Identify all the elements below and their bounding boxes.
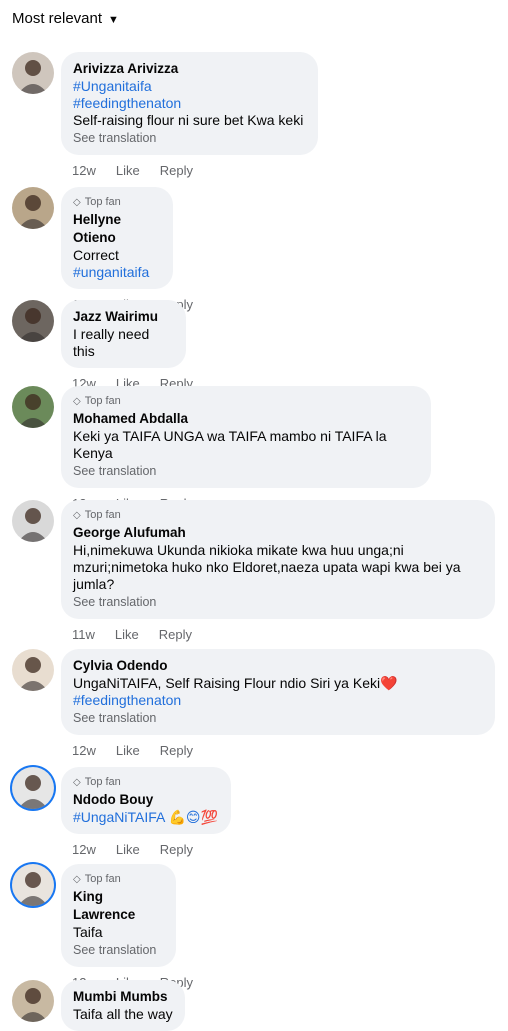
hashtag-link[interactable]: #UngaNiTAIFA 💪😊💯 (73, 809, 219, 826)
see-translation-link[interactable]: See translation (73, 942, 164, 959)
see-translation-link[interactable]: See translation (73, 710, 483, 727)
commenter-name[interactable]: Arivizza Arivizza (73, 60, 306, 78)
chevron-down-icon: ▼ (108, 13, 119, 26)
diamond-icon: ◇ (73, 776, 81, 788)
reply-button[interactable]: Reply (160, 842, 193, 857)
top-fan-badge: ◇ Top fan (73, 394, 419, 408)
hashtag-link[interactable]: #feedingthenaton (73, 692, 483, 709)
comment-bubble: Jazz Wairimu I really need this (61, 300, 186, 368)
avatar[interactable] (12, 649, 54, 691)
top-fan-badge: ◇ Top fan (73, 508, 483, 522)
comment-text: Self-raising flour ni sure bet Kwa keki (73, 112, 304, 128)
comment-bubble: Cylvia Odendo UngaNiTAIFA, Self Raising F… (61, 649, 495, 735)
hashtag-link[interactable]: #feedingthenaton (73, 95, 306, 112)
commenter-name[interactable]: Ndodo Bouy (73, 791, 219, 809)
diamond-icon: ◇ (73, 509, 81, 521)
comment-actions: 12w Like Reply (72, 842, 193, 857)
avatar[interactable] (12, 52, 54, 94)
commenter-name[interactable]: Mumbi Mumbs (73, 988, 173, 1006)
sort-label: Most relevant (12, 10, 103, 27)
comment-text: Keki ya TAIFA UNGA wa TAIFA mambo ni TAI… (73, 428, 387, 461)
commenter-name[interactable]: Hellyne Otieno (73, 211, 161, 247)
commenter-name[interactable]: Cylvia Odendo (73, 657, 483, 675)
comment-bubble: ◇ Top fan George Alufumah Hi,nimekuwa Ukund… (61, 500, 495, 619)
diamond-icon: ◇ (73, 873, 81, 885)
avatar[interactable] (12, 386, 54, 428)
top-fan-badge: ◇ Top fan (73, 775, 219, 789)
avatar[interactable] (12, 980, 54, 1022)
see-translation-link[interactable]: See translation (73, 463, 419, 480)
comment-bubble: Mumbi Mumbs Taifa all the way (61, 980, 185, 1031)
hashtag-link[interactable]: #Unganitaifa (73, 78, 306, 95)
like-button[interactable]: Like (115, 627, 139, 642)
comment-timestamp: 12w (72, 163, 96, 178)
avatar[interactable] (12, 187, 54, 229)
like-button[interactable]: Like (116, 842, 140, 857)
top-fan-badge: ◇ Top fan (73, 195, 161, 209)
commenter-name[interactable]: George Alufumah (73, 524, 483, 542)
sort-dropdown[interactable]: Most relevant ▼ (12, 10, 119, 27)
hashtag-link[interactable]: #unganitaifa (73, 264, 161, 281)
comment-text: Correct (73, 247, 119, 263)
see-translation-link[interactable]: See translation (73, 594, 483, 611)
comment-timestamp: 12w (72, 743, 96, 758)
avatar[interactable] (12, 864, 54, 906)
comment-actions: 11w Like Reply (72, 627, 192, 642)
comment-text: jumla? (73, 576, 115, 592)
see-translation-link[interactable]: See translation (73, 130, 306, 147)
top-fan-label: Top fan (84, 873, 121, 885)
comment-actions: 12w Like Reply (72, 743, 193, 758)
comment-text: UngaNiTAIFA, Self Raising Flour ndio Sir… (73, 675, 398, 691)
top-fan-label: Top fan (84, 509, 121, 521)
comment-text: mzuri;nimetoka huko nko Eldoret,naeza up… (73, 559, 461, 575)
avatar[interactable] (12, 300, 54, 342)
like-button[interactable]: Like (116, 163, 140, 178)
reply-button[interactable]: Reply (159, 627, 192, 642)
comment-text: I really need this (73, 326, 150, 359)
comment-timestamp: 12w (72, 842, 96, 857)
commenter-name[interactable]: Jazz Wairimu (73, 308, 174, 326)
comment-bubble: ◇ Top fan Hellyne Otieno Correct #unganitaif… (61, 187, 173, 289)
comment-timestamp: 11w (72, 627, 95, 642)
reply-button[interactable]: Reply (160, 743, 193, 758)
top-fan-badge: ◇ Top fan (73, 872, 164, 886)
comment-text: Hi,nimekuwa Ukunda nikioka mikate kwa hu… (73, 542, 404, 558)
top-fan-label: Top fan (84, 395, 121, 407)
comment-bubble: Arivizza Arivizza #Unganitaifa #feedingthe… (61, 52, 318, 155)
comment-text: Taifa all the way (73, 1006, 173, 1022)
reply-button[interactable]: Reply (160, 163, 193, 178)
comment-bubble: ◇ Top fan Mohamed Abdalla Keki ya TAIFA UNG… (61, 386, 431, 488)
avatar[interactable] (12, 500, 54, 542)
comment-actions: 12w Like Reply (72, 163, 193, 178)
like-button[interactable]: Like (116, 743, 140, 758)
comment-text: Taifa (73, 924, 103, 940)
top-fan-label: Top fan (84, 196, 121, 208)
commenter-name[interactable]: King Lawrence (73, 888, 164, 924)
comment-bubble: ◇ Top fan Ndodo Bouy #UngaNiTAIFA 💪😊💯 (61, 767, 231, 834)
diamond-icon: ◇ (73, 395, 81, 407)
diamond-icon: ◇ (73, 196, 81, 208)
comment-bubble: ◇ Top fan King Lawrence Taifa See translatio… (61, 864, 176, 967)
avatar[interactable] (12, 767, 54, 809)
commenter-name[interactable]: Mohamed Abdalla (73, 410, 419, 428)
top-fan-label: Top fan (84, 776, 121, 788)
